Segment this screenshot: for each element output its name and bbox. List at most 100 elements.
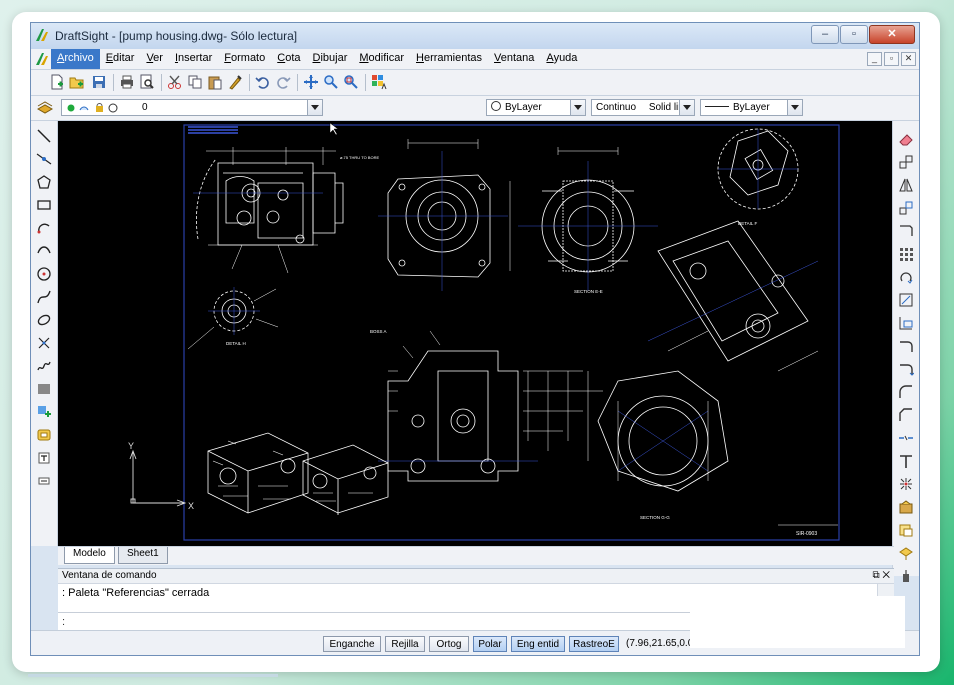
- lineweight-combo[interactable]: ByLayer: [700, 99, 803, 116]
- circle-tool-icon[interactable]: [36, 266, 52, 282]
- ellipse-arc-tool-icon[interactable]: [36, 312, 52, 328]
- freehand-tool-icon[interactable]: [36, 358, 52, 374]
- polygon-tool-icon[interactable]: [36, 174, 52, 190]
- svg-text:DETAIL H: DETAIL H: [226, 341, 246, 346]
- minimize-button[interactable]: ‒: [811, 25, 839, 44]
- open-file-icon[interactable]: [69, 74, 85, 90]
- redo-icon[interactable]: [275, 74, 291, 90]
- cut-icon[interactable]: [167, 74, 183, 90]
- rectangle-tool-icon[interactable]: [36, 197, 52, 213]
- command-window-title: Ventana de comando: [62, 570, 157, 581]
- doc-restore-button[interactable]: ▫: [884, 52, 899, 66]
- menu-modificar[interactable]: Modificar: [353, 49, 410, 69]
- scale-tool-icon[interactable]: [898, 292, 914, 308]
- doc-close-button[interactable]: ✕: [901, 52, 916, 66]
- menu-archivo[interactable]: Archivo: [51, 49, 100, 69]
- print-preview-icon[interactable]: [139, 74, 155, 90]
- infinite-line-tool-icon[interactable]: [36, 151, 52, 167]
- title-bar: DraftSight - [pump housing.dwg- Sólo lec…: [31, 23, 919, 50]
- command-prompt-input[interactable]: :: [62, 616, 65, 628]
- status-ortog-button[interactable]: Ortog: [429, 636, 469, 652]
- arc-three-point-icon[interactable]: [36, 243, 52, 259]
- stretch-tool-icon[interactable]: [898, 315, 914, 331]
- menu-insertar[interactable]: Insertar: [169, 49, 218, 69]
- text-tool-icon[interactable]: [36, 450, 52, 466]
- menu-ventana[interactable]: Ventana: [488, 49, 540, 69]
- spray-tool-icon[interactable]: [898, 568, 914, 584]
- explode-text-tool-icon[interactable]: [898, 453, 914, 469]
- pump-isometric-2: [302, 444, 389, 515]
- zoom-window-icon[interactable]: [343, 74, 359, 90]
- document-logo-icon[interactable]: [35, 52, 49, 66]
- menu-ayuda[interactable]: Ayuda: [540, 49, 583, 69]
- undo-icon[interactable]: [255, 74, 271, 90]
- menu-ver[interactable]: Ver: [140, 49, 169, 69]
- status-eng-entid-button[interactable]: Eng entid: [511, 636, 565, 652]
- layer-combo[interactable]: 0: [61, 99, 323, 116]
- menu-herramientas[interactable]: Herramientas: [410, 49, 488, 69]
- note-tool-icon[interactable]: [36, 473, 52, 489]
- mirror-tool-icon[interactable]: [898, 177, 914, 193]
- pan-icon[interactable]: [303, 74, 319, 90]
- explode-tool-icon[interactable]: [898, 476, 914, 492]
- block-palette-icon[interactable]: [371, 74, 387, 90]
- fillet-tool-icon[interactable]: [898, 384, 914, 400]
- lineweight-dropdown-arrow[interactable]: [787, 100, 802, 115]
- paste-icon[interactable]: [207, 74, 223, 90]
- hatch-tool-icon[interactable]: [36, 381, 52, 397]
- close-button[interactable]: ✕: [869, 25, 915, 44]
- rotate-tool-icon[interactable]: [898, 269, 914, 285]
- status-enganche-button[interactable]: Enganche: [323, 636, 381, 652]
- properties-tool-icon[interactable]: [898, 522, 914, 538]
- print-icon[interactable]: [119, 74, 135, 90]
- command-separator: [58, 612, 698, 613]
- menu-formato[interactable]: Formato: [218, 49, 271, 69]
- offset-tool-icon[interactable]: [898, 200, 914, 216]
- extend-tool-icon[interactable]: [898, 361, 914, 377]
- drawing-canvas[interactable]: ø.75 THRU TO BORE DETAIL H SECTION E-E D…: [58, 121, 894, 546]
- linestyle-combo[interactable]: Continuo Solid line: [591, 99, 695, 116]
- eraser-tool-icon[interactable]: [898, 131, 914, 147]
- status-polar-button[interactable]: Polar: [473, 636, 507, 652]
- color-dropdown-arrow[interactable]: [570, 100, 585, 115]
- standard-toolbar: [31, 70, 919, 96]
- zoom-dynamic-icon[interactable]: [323, 74, 339, 90]
- color-combo[interactable]: ByLayer: [486, 99, 586, 116]
- new-file-icon[interactable]: [49, 74, 65, 90]
- point-tool-icon[interactable]: [36, 335, 52, 351]
- status-rejilla-button[interactable]: Rejilla: [385, 636, 425, 652]
- arc-tool-icon[interactable]: [36, 220, 52, 236]
- menu-cota[interactable]: Cota: [271, 49, 306, 69]
- copy-tool-icon[interactable]: [898, 154, 914, 170]
- save-icon[interactable]: [91, 74, 107, 90]
- layer-state-tool-icon[interactable]: [898, 545, 914, 561]
- maximize-button[interactable]: ▫: [840, 25, 868, 44]
- color-value: ByLayer: [505, 102, 542, 113]
- insert-block-icon[interactable]: [36, 404, 52, 420]
- menu-editar[interactable]: Editar: [100, 49, 141, 69]
- line-tool-icon[interactable]: [36, 128, 52, 144]
- layer-dropdown-arrow[interactable]: [307, 100, 322, 115]
- trim-tool-icon[interactable]: [898, 338, 914, 354]
- match-properties-icon[interactable]: [227, 74, 243, 90]
- linestyle-dropdown-arrow[interactable]: [679, 100, 694, 115]
- pattern-tool-icon[interactable]: [898, 223, 914, 239]
- pump-isometric-1: [207, 432, 309, 514]
- menu-dibujar[interactable]: Dibujar: [307, 49, 354, 69]
- pump-front-view: [378, 139, 508, 291]
- break-tool-icon[interactable]: [898, 430, 914, 446]
- array-tool-icon[interactable]: [898, 246, 914, 262]
- tab-sheet1[interactable]: Sheet1: [118, 547, 168, 564]
- edit-block-icon[interactable]: [898, 499, 914, 515]
- layer-manager-icon[interactable]: [37, 99, 53, 115]
- spline-tool-icon[interactable]: [36, 289, 52, 305]
- tab-model[interactable]: Modelo: [64, 547, 115, 564]
- draftsight-window: DraftSight - [pump housing.dwg- Sólo lec…: [30, 22, 920, 656]
- toolbar-separator: [249, 74, 250, 91]
- chamfer-tool-icon[interactable]: [898, 407, 914, 423]
- command-window-controls[interactable]: ⧉ ✕: [872, 569, 890, 583]
- copy-icon[interactable]: [187, 74, 203, 90]
- status-rastreoe-button[interactable]: RastreoE: [569, 636, 619, 652]
- make-block-icon[interactable]: [36, 427, 52, 443]
- doc-minimize-button[interactable]: _: [867, 52, 882, 66]
